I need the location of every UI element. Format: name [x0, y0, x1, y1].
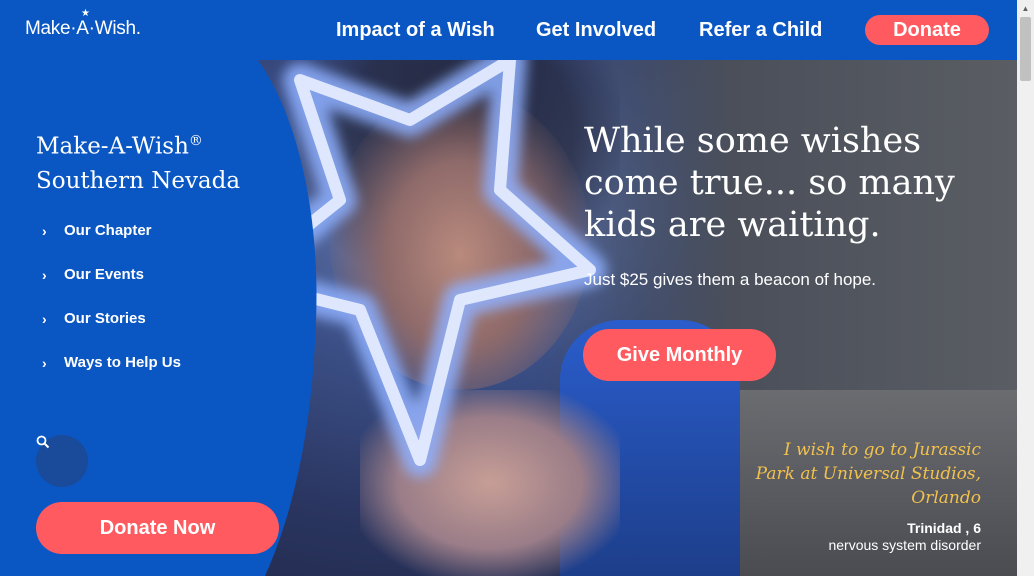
wish-quote: I wish to go to Jurassic Park at Univers… — [755, 440, 981, 508]
chevron-right-icon: › — [42, 310, 47, 327]
chapter-title: Make-A-Wish® Southern Nevada — [36, 124, 296, 198]
chapter-sidebar: Make-A-Wish® Southern Nevada › Our Chapt… — [0, 60, 330, 576]
hero-headline: While some wishes come true... so many k… — [584, 121, 955, 245]
wisher-condition: nervous system disorder — [828, 537, 981, 553]
scroll-thumb[interactable] — [1020, 17, 1031, 81]
logo-star-icon: ★ — [81, 8, 90, 19]
sidebar-item-label: Ways to Help Us — [64, 354, 181, 371]
make-a-wish-logo[interactable]: Make·A·Wish. ★ — [25, 8, 141, 40]
page-scrollbar[interactable]: ▲ — [1017, 0, 1034, 576]
search-icon — [36, 435, 50, 449]
chevron-right-icon: › — [42, 266, 47, 283]
donate-button[interactable]: Donate — [865, 15, 989, 45]
site-header: Make·A·Wish. ★ Impact of a Wish Get Invo… — [0, 0, 1017, 60]
chevron-right-icon: › — [42, 354, 47, 371]
chevron-right-icon: › — [42, 222, 47, 239]
nav-refer-a-child[interactable]: Refer a Child — [699, 19, 822, 42]
sidebar-item-label: Our Chapter — [64, 222, 152, 239]
sidebar-item-label: Our Events — [64, 266, 145, 283]
scroll-up-arrow-icon[interactable]: ▲ — [1017, 0, 1034, 17]
logo-text: Make·A·Wish. — [25, 18, 141, 39]
wisher-name: Trinidad , 6 — [907, 520, 981, 536]
sidebar-item-our-chapter[interactable]: › Our Chapter — [42, 222, 152, 239]
chapter-title-line1: Make-A-Wish — [36, 133, 189, 160]
chapter-title-line2: Southern Nevada — [36, 167, 241, 194]
sidebar-item-ways-to-help-us[interactable]: › Ways to Help Us — [42, 354, 181, 371]
sidebar-item-our-events[interactable]: › Our Events — [42, 266, 144, 283]
sidebar-item-label: Our Stories — [64, 310, 146, 327]
give-monthly-button[interactable]: Give Monthly — [583, 329, 776, 381]
nav-impact-of-a-wish[interactable]: Impact of a Wish — [336, 19, 495, 42]
registered-mark: ® — [188, 133, 203, 149]
hero-subhead: Just $25 gives them a beacon of hope. — [584, 270, 877, 289]
search-button[interactable] — [36, 435, 88, 487]
nav-get-involved[interactable]: Get Involved — [536, 19, 656, 42]
sidebar-item-our-stories[interactable]: › Our Stories — [42, 310, 146, 327]
donate-now-button[interactable]: Donate Now — [36, 502, 279, 554]
